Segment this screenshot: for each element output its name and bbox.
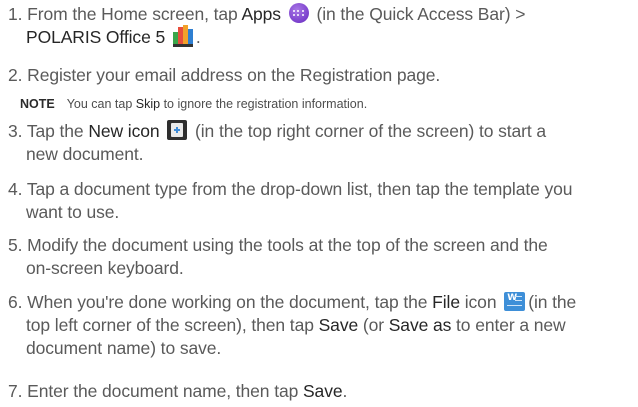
note: NOTE You can tap Skip to ignore the regis… xyxy=(20,97,367,111)
apps-label: Apps xyxy=(241,4,281,24)
step-text: document name) to save. xyxy=(26,338,222,358)
step-number: 5. xyxy=(8,235,23,255)
step-text: Enter the document name, then tap xyxy=(27,381,303,401)
step-text: (in the top right corner of the screen) … xyxy=(190,121,547,141)
note-text: You can tap xyxy=(66,97,136,111)
step-2: 2. Register your email address on the Re… xyxy=(8,64,636,87)
file-icon: W xyxy=(504,291,526,311)
step-4: 4. Tap a document type from the drop-dow… xyxy=(8,178,636,224)
new-icon-label: New icon xyxy=(88,121,160,141)
save-label: Save xyxy=(302,381,343,401)
step-text: on-screen keyboard. xyxy=(26,258,184,278)
new-document-icon xyxy=(167,120,188,141)
step-number: 7. xyxy=(8,381,23,401)
step-text: Modify the document using the tools at t… xyxy=(27,235,548,255)
instructions-page: 1. From the Home screen, tap Apps (in th… xyxy=(0,0,638,407)
step-text: . xyxy=(195,27,201,47)
skip-label: Skip xyxy=(135,97,161,111)
step-3: 3. Tap the New icon (in the top right co… xyxy=(8,120,636,166)
step-text: (in the xyxy=(528,292,577,312)
step-text: Tap a document type from the drop-down l… xyxy=(26,179,573,199)
step-text: (in the Quick Access Bar) > xyxy=(311,4,526,24)
step-number: 4. xyxy=(8,179,23,199)
step-text: to enter a new xyxy=(451,315,566,335)
note-text: to ignore the registration information. xyxy=(160,97,368,111)
save-label: Save xyxy=(318,315,359,335)
step-5: 5. Modify the document using the tools a… xyxy=(8,234,636,280)
step-number: 1. xyxy=(8,4,23,24)
step-number: 6. xyxy=(8,292,23,312)
step-text: . xyxy=(342,381,348,401)
step-text: From the Home screen, tap xyxy=(27,4,242,24)
step-text: new document. xyxy=(26,144,144,164)
step-text: When you're done working on the document… xyxy=(27,292,433,312)
step-text: Tap the xyxy=(26,121,89,141)
step-text: icon xyxy=(459,292,502,312)
apps-icon xyxy=(288,3,309,24)
step-text: (or xyxy=(358,315,389,335)
polaris-office-label: POLARIS Office 5 xyxy=(26,27,166,47)
step-1: 1. From the Home screen, tap Apps (in th… xyxy=(8,3,636,49)
step-number: 2. xyxy=(8,65,23,85)
polaris-office-icon xyxy=(172,25,193,48)
step-text: top left corner of the screen), then tap xyxy=(26,315,319,335)
step-text: Register your email address on the Regis… xyxy=(27,65,441,85)
step-7: 7. Enter the document name, then tap Sav… xyxy=(8,380,636,403)
step-text: want to use. xyxy=(26,202,120,222)
save-as-label: Save as xyxy=(388,315,452,335)
file-label: File xyxy=(432,292,460,312)
note-label: NOTE xyxy=(20,97,55,111)
step-number: 3. xyxy=(8,121,23,141)
step-6: 6. When you're done working on the docum… xyxy=(8,291,636,360)
